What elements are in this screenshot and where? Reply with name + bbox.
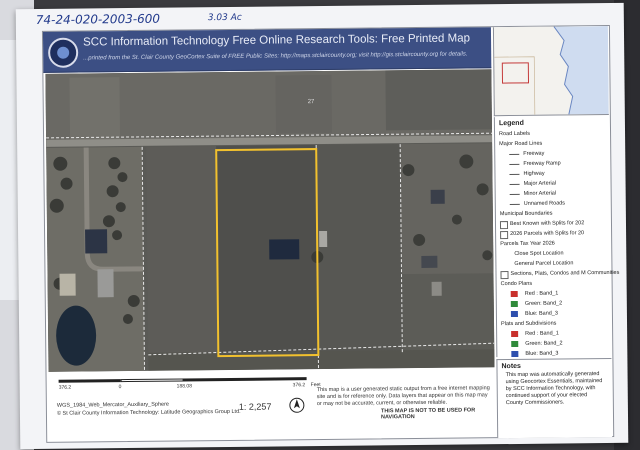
legend-item-label: Red : Band_1 <box>524 290 559 297</box>
map-subtitle: ...printed from the St. Clair County Geo… <box>83 51 468 62</box>
legend-line-symbol <box>509 203 520 206</box>
legend-line-symbol <box>509 173 520 176</box>
legend-line-symbol <box>509 153 520 156</box>
legend-item-label: Plats and Subdivisions <box>501 320 557 328</box>
handwritten-acreage: 3.03 Ac <box>207 12 242 24</box>
handwritten-parcel-number: 74-24-020-2003-600 <box>35 11 161 27</box>
north-arrow-icon <box>289 397 305 413</box>
disclaimer-text: This map is a user generated static outp… <box>316 385 490 408</box>
aerial-imagery[interactable]: 27 <box>45 69 495 372</box>
map-frame: SCC Information Technology Free Online R… <box>41 24 619 443</box>
scale-label: 0 <box>118 384 122 391</box>
scale-label: 188.08 <box>176 383 193 390</box>
legend-item-label: Highway <box>523 170 545 177</box>
legend-swatch <box>510 310 518 318</box>
parcel-label: 27 <box>307 99 315 106</box>
legend-item-label: Green: Band_2 <box>525 340 563 347</box>
map-title: SCC Information Technology Free Online R… <box>83 32 471 49</box>
aerial-imagery-graphic <box>45 69 495 372</box>
legend-item-label: Freeway Ramp <box>523 160 561 167</box>
legend-swatch <box>511 340 519 348</box>
projection-info: WGS_1984_Web_Mercator_Auxiliary_Sphere ©… <box>57 400 241 418</box>
legend-item-label: Close Spot Location <box>514 250 564 257</box>
inset-map-graphic <box>493 25 609 116</box>
legend-item-label: Blue: Band_3 <box>524 310 558 317</box>
scale-label: 376.2 <box>58 384 72 391</box>
map-notes: Notes This map was automatically generat… <box>496 357 613 439</box>
scale-label: 376.2 <box>292 382 306 389</box>
legend-item-label: Freeway <box>523 150 545 157</box>
legend-line-symbol <box>509 183 520 186</box>
map-legend: Legend Road Labels Major Road Lines Freewa… <box>493 115 619 358</box>
legend-item-label: General Parcel Location <box>514 260 574 267</box>
scale-bar: 376.2 0 188.08 376.2 Feet <box>58 373 321 391</box>
legend-checkbox-icon <box>500 231 509 240</box>
legend-swatch <box>511 350 519 358</box>
legend-swatch <box>510 300 518 308</box>
legend-line-symbol <box>509 193 520 196</box>
overview-inset-map <box>492 25 609 117</box>
map-scale: 1: 2,257 <box>238 401 272 412</box>
legend-item-label: Municipal Boundaries <box>499 210 553 218</box>
legend-item-label: Unnamed Roads <box>523 200 566 207</box>
notes-body: This map was automatically generated usi… <box>505 371 603 407</box>
legend-item-label: Road Labels <box>499 130 530 138</box>
legend-item-label: Blue: Band_3 <box>525 350 559 357</box>
legend-item-label: Condo Plans <box>500 280 533 288</box>
legend-swatch <box>510 290 518 298</box>
legend-item-label: Red : Band_1 <box>525 330 559 337</box>
legend-item-label: Minor Arterial <box>523 190 557 197</box>
legend-checkbox-icon <box>500 271 509 280</box>
printed-map-sheet: 74-24-020-2003-600 3.03 Ac SCC Informati… <box>15 2 629 450</box>
legend-line-symbol <box>509 163 520 166</box>
county-seal-icon <box>48 37 79 68</box>
navigation-warning: THIS MAP IS NOT TO BE USED FOR NAVIGATIO… <box>380 407 476 421</box>
scale-bar-segment <box>58 379 121 383</box>
legend-item-label: Major Road Lines <box>499 140 543 148</box>
legend-item-label: Parcels Tax Year 2026 <box>500 240 555 248</box>
map-footer: 376.2 0 188.08 376.2 Feet WGS_1984_Web_M… <box>48 369 496 440</box>
scale-bar-segment <box>182 377 307 382</box>
copyright-text: © St Clair County Information Technology… <box>56 408 241 417</box>
scale-bar-segment <box>120 378 185 383</box>
legend-swatch <box>511 330 519 338</box>
map-header: SCC Information Technology Free Online R… <box>42 27 492 73</box>
legend-checkbox-icon <box>499 221 509 230</box>
legend-item-label: Major Arterial <box>523 180 557 187</box>
legend-item-label: Green: Band_2 <box>524 300 563 307</box>
